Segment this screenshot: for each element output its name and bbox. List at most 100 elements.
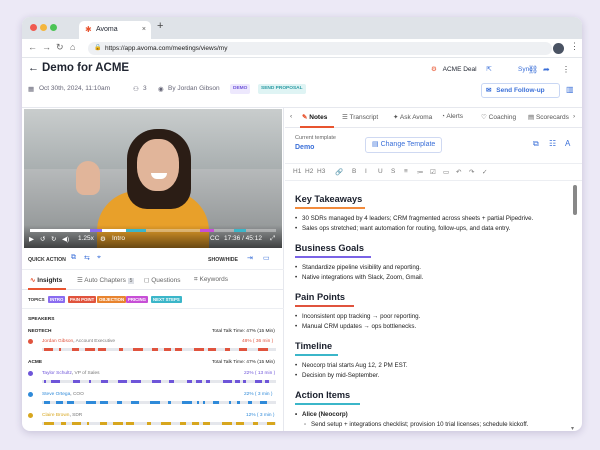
video-toggle-icon[interactable]: ▭ xyxy=(263,254,270,262)
tab-coaching[interactable]: ♡ Coaching xyxy=(481,113,516,121)
chapter-name[interactable]: Intro xyxy=(112,235,125,242)
show-hide-label[interactable]: SHOW/HIDE xyxy=(208,257,238,263)
video-progress-track[interactable] xyxy=(30,229,276,232)
bold-button[interactable]: B xyxy=(352,168,356,175)
h2-button[interactable]: H2 xyxy=(305,168,313,175)
exit-icon[interactable]: ⇥ xyxy=(247,254,253,262)
browser-tab[interactable]: ✱ Avoma × xyxy=(79,21,151,39)
close-window-dot[interactable] xyxy=(30,24,37,31)
tab-transcript[interactable]: ☰ Transcript xyxy=(342,113,378,121)
playback-speed[interactable]: 1.25x xyxy=(78,235,94,242)
speaker-row[interactable]: Claire Brown, SDR xyxy=(42,413,82,418)
tab-ask-avoma[interactable]: ✦ Ask Avoma xyxy=(393,113,432,121)
block-button[interactable]: ▭ xyxy=(443,168,449,176)
play-icon[interactable]: ▶ xyxy=(29,235,34,243)
talk-segment xyxy=(61,422,66,425)
browser-menu-icon[interactable]: ⋮ xyxy=(570,41,579,52)
tab-alerts[interactable]: ◔ Alerts xyxy=(441,113,463,120)
h1-button[interactable]: H1 xyxy=(293,168,301,175)
panel-toggle-icon[interactable]: ▥ xyxy=(566,85,574,94)
speaker-timeline[interactable] xyxy=(42,401,276,404)
home-icon[interactable]: ⌂ xyxy=(70,42,75,52)
topic-intro[interactable]: INTRO xyxy=(48,296,66,303)
topic-objection[interactable]: OBJECTION xyxy=(97,296,127,303)
captions-button[interactable]: CC xyxy=(210,235,219,242)
tabs-scroll-left-icon[interactable]: ‹ xyxy=(290,113,292,120)
copy-icon[interactable]: ⧉ xyxy=(533,139,539,149)
meeting-title: Demo for ACME xyxy=(42,62,130,74)
tab-scorecards[interactable]: ▤ Scorecards xyxy=(528,113,569,121)
speaker-percent: 22% ( 13 min ) xyxy=(244,371,276,376)
more-options-icon[interactable]: ⋮ xyxy=(562,65,570,74)
checklist-button[interactable]: ☑ xyxy=(430,168,436,176)
speaker-timeline[interactable] xyxy=(42,380,276,383)
talk-segment xyxy=(213,401,219,404)
tab-notes[interactable]: ✎ Notes xyxy=(302,113,327,121)
speaker-timeline[interactable] xyxy=(42,348,276,351)
loop-icon[interactable]: ⇆ xyxy=(84,254,90,262)
pulse-icon: ∿ xyxy=(30,277,36,284)
underline-button[interactable]: U xyxy=(378,168,383,175)
format-icon[interactable]: ☷ xyxy=(549,139,556,148)
url-field[interactable]: 🔒 https://app.avoma.com/meetings/views/m… xyxy=(88,42,552,55)
send-follow-up-button[interactable]: ✉ Send Follow-up xyxy=(481,83,560,98)
profile-avatar[interactable] xyxy=(553,43,564,54)
fullscreen-icon[interactable]: ⤢ xyxy=(270,235,275,243)
h3-button[interactable]: H3 xyxy=(317,168,325,175)
talk-segment xyxy=(236,422,244,425)
mail-icon: ✉ xyxy=(486,87,492,94)
reload-icon[interactable]: ↻ xyxy=(56,42,64,53)
check-button[interactable]: ✓ xyxy=(482,168,487,176)
strike-button[interactable]: S xyxy=(391,168,395,175)
tab-strip: ✱ Avoma × + xyxy=(22,17,582,39)
translate-icon[interactable]: A xyxy=(565,139,570,148)
tab-auto-chapters[interactable]: ☰ Auto Chapters 5 xyxy=(77,276,135,284)
rewind-icon[interactable]: ↺ xyxy=(40,235,45,243)
link-icon[interactable]: ⛓ xyxy=(528,65,538,74)
tab-insights[interactable]: ∿ Insights xyxy=(30,276,62,284)
change-template-button[interactable]: ▤ Change Template xyxy=(365,137,443,153)
tabs-scroll-right-icon[interactable]: › xyxy=(573,113,575,120)
forward-icon[interactable]: → xyxy=(42,42,51,52)
badge-demo[interactable]: DEMO xyxy=(230,84,251,94)
italic-button[interactable]: I xyxy=(365,168,367,175)
bullet-list-button[interactable]: ≡ xyxy=(404,168,408,175)
maximize-window-dot[interactable] xyxy=(50,24,57,31)
back-arrow-icon[interactable]: ← xyxy=(28,62,39,74)
topic-pain-point[interactable]: PAIN POINT xyxy=(68,296,97,303)
new-tab-button[interactable]: + xyxy=(157,20,163,32)
tab-questions[interactable]: ◻ Questions xyxy=(144,276,181,284)
forward-icon[interactable]: ↻ xyxy=(51,235,56,243)
minimize-window-dot[interactable] xyxy=(40,24,47,31)
volume-icon[interactable]: ◀) xyxy=(62,235,69,243)
address-bar-row: ← → ↻ ⌂ 🔒 https://app.avoma.com/meetings… xyxy=(22,39,582,58)
tab-keywords[interactable]: ⌗ Keywords xyxy=(194,276,228,284)
share-icon[interactable]: ➦ xyxy=(543,65,550,74)
heading-underline xyxy=(295,403,360,405)
link-button[interactable]: 🔗 xyxy=(335,168,343,176)
clip-icon[interactable]: ⧉ xyxy=(71,254,76,262)
video-player[interactable]: ▶ ↺ ↻ ◀) 1.25x ⚙ Intro CC 17:36 / 45:12 … xyxy=(24,109,282,248)
crm-deal-link[interactable]: ⚙ ACME Deal ⇱ xyxy=(427,63,508,78)
speaker-row[interactable]: Taylor Schultz, VP of Sales xyxy=(42,371,100,376)
talk-segment xyxy=(182,401,192,404)
speaker-timeline[interactable] xyxy=(42,422,276,425)
topic-next-steps[interactable]: NEXT STEPS xyxy=(151,296,182,303)
numbered-list-button[interactable]: ≔ xyxy=(417,168,424,176)
follow-up-label: Send Follow-up xyxy=(496,87,545,94)
speaker-row[interactable]: Jordan Gibson, Account Executive xyxy=(42,339,115,344)
badge-send-proposal[interactable]: SEND PROPOSAL xyxy=(258,84,306,94)
close-tab-icon[interactable]: × xyxy=(142,21,146,39)
notes-item: Alice (Neocorp) xyxy=(295,411,348,418)
talk-segment xyxy=(44,422,54,425)
undo-button[interactable]: ↶ xyxy=(456,168,461,176)
settings-icon[interactable]: ⚙ xyxy=(100,235,106,243)
bookmark-icon[interactable]: ⌖ xyxy=(97,254,101,262)
speaker-row[interactable]: Steve Ortega, COO xyxy=(42,392,84,397)
back-icon[interactable]: ← xyxy=(28,42,37,52)
scroll-down-icon[interactable]: ▾ xyxy=(571,425,574,431)
redo-button[interactable]: ↷ xyxy=(469,168,474,176)
scrollbar-thumb[interactable] xyxy=(573,185,577,215)
topic-pricing[interactable]: PRICING xyxy=(126,296,148,303)
notes-editor[interactable]: ▾ Key Takeaways 30 SDRs managed by 4 lead… xyxy=(285,181,582,431)
